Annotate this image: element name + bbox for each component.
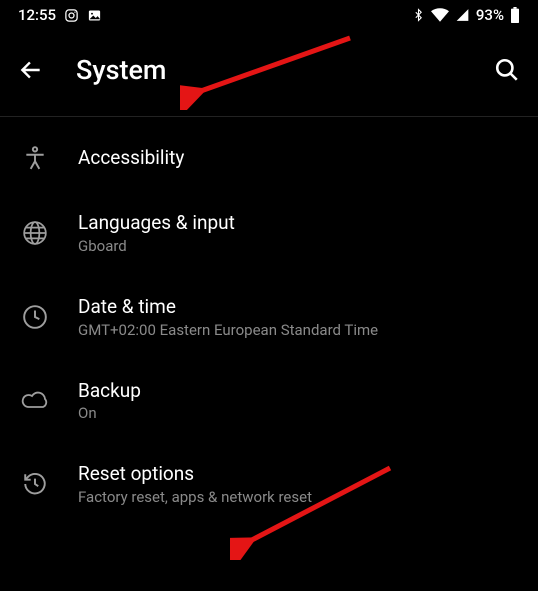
list-item-sub: Gboard xyxy=(78,237,520,255)
bluetooth-icon xyxy=(412,7,425,23)
arrow-left-icon xyxy=(18,57,44,83)
list-item-label: Backup xyxy=(78,379,520,403)
wifi-icon xyxy=(431,8,449,22)
battery-percent: 93% xyxy=(476,6,504,24)
globe-icon xyxy=(18,220,52,246)
search-button[interactable] xyxy=(480,57,520,83)
list-item-label: Accessibility xyxy=(78,146,520,170)
list-item-datetime[interactable]: Date & time GMT+02:00 Eastern European S… xyxy=(0,275,538,359)
search-icon xyxy=(494,57,520,83)
list-item-sub: On xyxy=(78,404,520,422)
list-item-languages[interactable]: Languages & input Gboard xyxy=(0,191,538,275)
battery-icon xyxy=(510,7,520,23)
image-icon xyxy=(87,8,102,23)
clock-icon xyxy=(18,304,52,330)
list-item-sub: GMT+02:00 Eastern European Standard Time xyxy=(78,321,520,339)
list-item-backup[interactable]: Backup On xyxy=(0,359,538,443)
accessibility-icon xyxy=(18,145,52,171)
page-title: System xyxy=(76,54,480,86)
settings-list: Accessibility Languages & input Gboard D… xyxy=(0,117,538,526)
list-item-reset[interactable]: Reset options Factory reset, apps & netw… xyxy=(0,442,538,526)
list-item-label: Languages & input xyxy=(78,211,520,235)
instagram-icon xyxy=(64,8,79,23)
list-item-accessibility[interactable]: Accessibility xyxy=(0,125,538,191)
back-button[interactable] xyxy=(18,57,58,83)
status-bar: 12:55 93% xyxy=(0,0,538,30)
list-item-label: Date & time xyxy=(78,295,520,319)
cloud-icon xyxy=(18,389,52,411)
status-right: 93% xyxy=(412,6,520,24)
list-item-sub: Factory reset, apps & network reset xyxy=(78,488,520,506)
list-item-label: Reset options xyxy=(78,462,520,486)
app-header: System xyxy=(0,30,538,116)
restore-icon xyxy=(18,471,52,497)
status-left: 12:55 xyxy=(18,6,102,24)
status-time: 12:55 xyxy=(18,6,56,24)
signal-icon xyxy=(455,8,470,22)
